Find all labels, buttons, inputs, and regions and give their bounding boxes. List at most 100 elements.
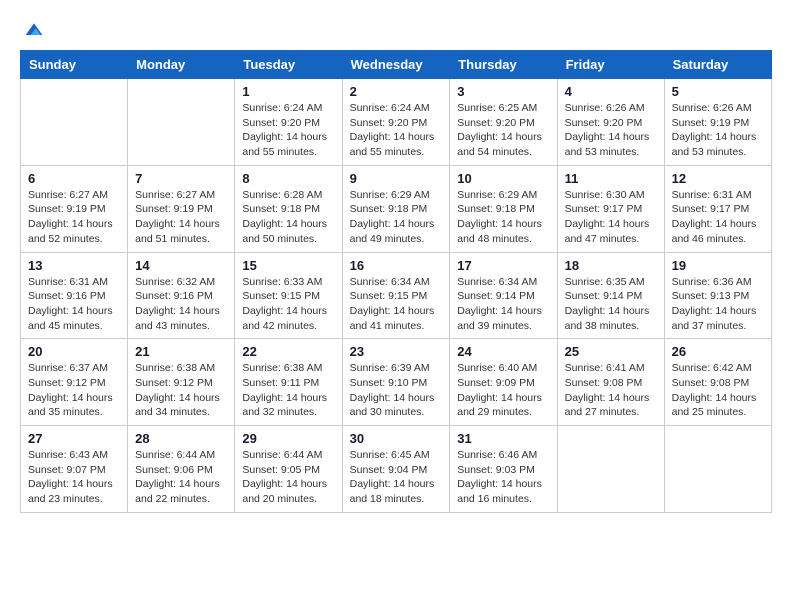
calendar-cell: 3Sunrise: 6:25 AMSunset: 9:20 PMDaylight… [450,79,557,166]
weekday-header: Sunday [21,51,128,79]
calendar-cell: 1Sunrise: 6:24 AMSunset: 9:20 PMDaylight… [235,79,342,166]
day-info: Sunrise: 6:41 AMSunset: 9:08 PMDaylight:… [565,361,657,420]
calendar-cell: 30 Sunrise: 6:45 AMSunset: 9:04 PMDayligh… [342,426,450,513]
logo [20,20,44,40]
calendar-cell: 26 Sunrise: 6:42 AMSunset: 9:08 PMDayligh… [664,339,771,426]
calendar-table: SundayMondayTuesdayWednesdayThursdayFrid… [20,50,772,513]
day-info: Sunrise: 6:44 AMSunset: 9:05 PMDaylight:… [242,448,334,507]
logo-icon [24,20,44,40]
day-number: 13 [28,258,120,273]
day-number: 6 [28,171,120,186]
day-info: Sunrise: 6:46 AMSunset: 9:03 PMDaylight:… [457,448,549,507]
calendar-cell: 8 Sunrise: 6:28 AMSunset: 9:18 PMDaylight… [235,165,342,252]
day-info: Sunrise: 6:37 AMSunset: 9:12 PMDaylight:… [28,361,120,420]
day-number: 7 [135,171,227,186]
calendar-header-row: SundayMondayTuesdayWednesdayThursdayFrid… [21,51,772,79]
day-number: 2 [350,84,443,99]
day-info: Sunrise: 6:29 AMSunset: 9:18 PMDaylight:… [457,188,549,247]
calendar-cell: 18 Sunrise: 6:35 AMSunset: 9:14 PMDayligh… [557,252,664,339]
calendar-cell: 15 Sunrise: 6:33 AMSunset: 9:15 PMDayligh… [235,252,342,339]
day-info: Sunrise: 6:28 AMSunset: 9:18 PMDaylight:… [242,188,334,247]
day-number: 10 [457,171,549,186]
day-number: 14 [135,258,227,273]
calendar-cell [557,426,664,513]
calendar-week-row: 1Sunrise: 6:24 AMSunset: 9:20 PMDaylight… [21,79,772,166]
day-number: 26 [672,344,764,359]
day-info: Sunrise: 6:27 AMSunset: 9:19 PMDaylight:… [135,188,227,247]
calendar-cell: 5 Sunrise: 6:26 AMSunset: 9:19 PMDaylight… [664,79,771,166]
day-info: Sunrise: 6:33 AMSunset: 9:15 PMDaylight:… [242,275,334,334]
day-info: Sunrise: 6:24 AMSunset: 9:20 PMDaylight:… [350,101,443,160]
calendar-cell: 27 Sunrise: 6:43 AMSunset: 9:07 PMDayligh… [21,426,128,513]
calendar-cell [664,426,771,513]
calendar-cell: 29 Sunrise: 6:44 AMSunset: 9:05 PMDayligh… [235,426,342,513]
weekday-header: Monday [128,51,235,79]
calendar-week-row: 6 Sunrise: 6:27 AMSunset: 9:19 PMDaylight… [21,165,772,252]
calendar-week-row: 20 Sunrise: 6:37 AMSunset: 9:12 PMDayligh… [21,339,772,426]
calendar-week-row: 27 Sunrise: 6:43 AMSunset: 9:07 PMDayligh… [21,426,772,513]
day-info: Sunrise: 6:40 AMSunset: 9:09 PMDaylight:… [457,361,549,420]
day-info: Sunrise: 6:29 AMSunset: 9:18 PMDaylight:… [350,188,443,247]
day-number: 18 [565,258,657,273]
weekday-header: Saturday [664,51,771,79]
day-number: 19 [672,258,764,273]
day-info: Sunrise: 6:39 AMSunset: 9:10 PMDaylight:… [350,361,443,420]
calendar-cell: 2 Sunrise: 6:24 AMSunset: 9:20 PMDaylight… [342,79,450,166]
weekday-header: Thursday [450,51,557,79]
calendar-cell: 12 Sunrise: 6:31 AMSunset: 9:17 PMDayligh… [664,165,771,252]
calendar-cell: 22Sunrise: 6:38 AMSunset: 9:11 PMDayligh… [235,339,342,426]
day-number: 22 [242,344,334,359]
day-info: Sunrise: 6:35 AMSunset: 9:14 PMDaylight:… [565,275,657,334]
calendar-cell: 19 Sunrise: 6:36 AMSunset: 9:13 PMDayligh… [664,252,771,339]
day-number: 23 [350,344,443,359]
calendar-cell: 13Sunrise: 6:31 AMSunset: 9:16 PMDayligh… [21,252,128,339]
day-number: 25 [565,344,657,359]
day-number: 15 [242,258,334,273]
page-header [20,20,772,40]
day-info: Sunrise: 6:30 AMSunset: 9:17 PMDaylight:… [565,188,657,247]
day-info: Sunrise: 6:38 AMSunset: 9:12 PMDaylight:… [135,361,227,420]
day-number: 31 [457,431,549,446]
weekday-header: Tuesday [235,51,342,79]
day-info: Sunrise: 6:45 AMSunset: 9:04 PMDaylight:… [350,448,443,507]
day-number: 20 [28,344,120,359]
calendar-cell: 11 Sunrise: 6:30 AMSunset: 9:17 PMDayligh… [557,165,664,252]
calendar-cell: 16 Sunrise: 6:34 AMSunset: 9:15 PMDayligh… [342,252,450,339]
day-number: 3 [457,84,549,99]
day-number: 5 [672,84,764,99]
day-info: Sunrise: 6:24 AMSunset: 9:20 PMDaylight:… [242,101,334,160]
day-number: 27 [28,431,120,446]
calendar-cell: 6 Sunrise: 6:27 AMSunset: 9:19 PMDaylight… [21,165,128,252]
day-number: 12 [672,171,764,186]
day-number: 17 [457,258,549,273]
calendar-cell: 23 Sunrise: 6:39 AMSunset: 9:10 PMDayligh… [342,339,450,426]
calendar-cell: 9Sunrise: 6:29 AMSunset: 9:18 PMDaylight… [342,165,450,252]
calendar-cell: 21Sunrise: 6:38 AMSunset: 9:12 PMDayligh… [128,339,235,426]
day-number: 16 [350,258,443,273]
day-info: Sunrise: 6:34 AMSunset: 9:15 PMDaylight:… [350,275,443,334]
day-info: Sunrise: 6:42 AMSunset: 9:08 PMDaylight:… [672,361,764,420]
day-number: 4 [565,84,657,99]
day-info: Sunrise: 6:31 AMSunset: 9:17 PMDaylight:… [672,188,764,247]
day-number: 24 [457,344,549,359]
calendar-week-row: 13Sunrise: 6:31 AMSunset: 9:16 PMDayligh… [21,252,772,339]
day-info: Sunrise: 6:43 AMSunset: 9:07 PMDaylight:… [28,448,120,507]
day-info: Sunrise: 6:36 AMSunset: 9:13 PMDaylight:… [672,275,764,334]
day-info: Sunrise: 6:32 AMSunset: 9:16 PMDaylight:… [135,275,227,334]
calendar-cell: 17 Sunrise: 6:34 AMSunset: 9:14 PMDayligh… [450,252,557,339]
calendar-cell: 4 Sunrise: 6:26 AMSunset: 9:20 PMDaylight… [557,79,664,166]
calendar-cell [21,79,128,166]
day-info: Sunrise: 6:26 AMSunset: 9:19 PMDaylight:… [672,101,764,160]
calendar-cell: 28Sunrise: 6:44 AMSunset: 9:06 PMDayligh… [128,426,235,513]
calendar-cell: 31 Sunrise: 6:46 AMSunset: 9:03 PMDayligh… [450,426,557,513]
day-info: Sunrise: 6:26 AMSunset: 9:20 PMDaylight:… [565,101,657,160]
day-info: Sunrise: 6:44 AMSunset: 9:06 PMDaylight:… [135,448,227,507]
day-info: Sunrise: 6:34 AMSunset: 9:14 PMDaylight:… [457,275,549,334]
calendar-cell: 25 Sunrise: 6:41 AMSunset: 9:08 PMDayligh… [557,339,664,426]
day-number: 11 [565,171,657,186]
day-number: 29 [242,431,334,446]
calendar-cell: 20 Sunrise: 6:37 AMSunset: 9:12 PMDayligh… [21,339,128,426]
day-info: Sunrise: 6:27 AMSunset: 9:19 PMDaylight:… [28,188,120,247]
day-number: 8 [242,171,334,186]
day-number: 30 [350,431,443,446]
